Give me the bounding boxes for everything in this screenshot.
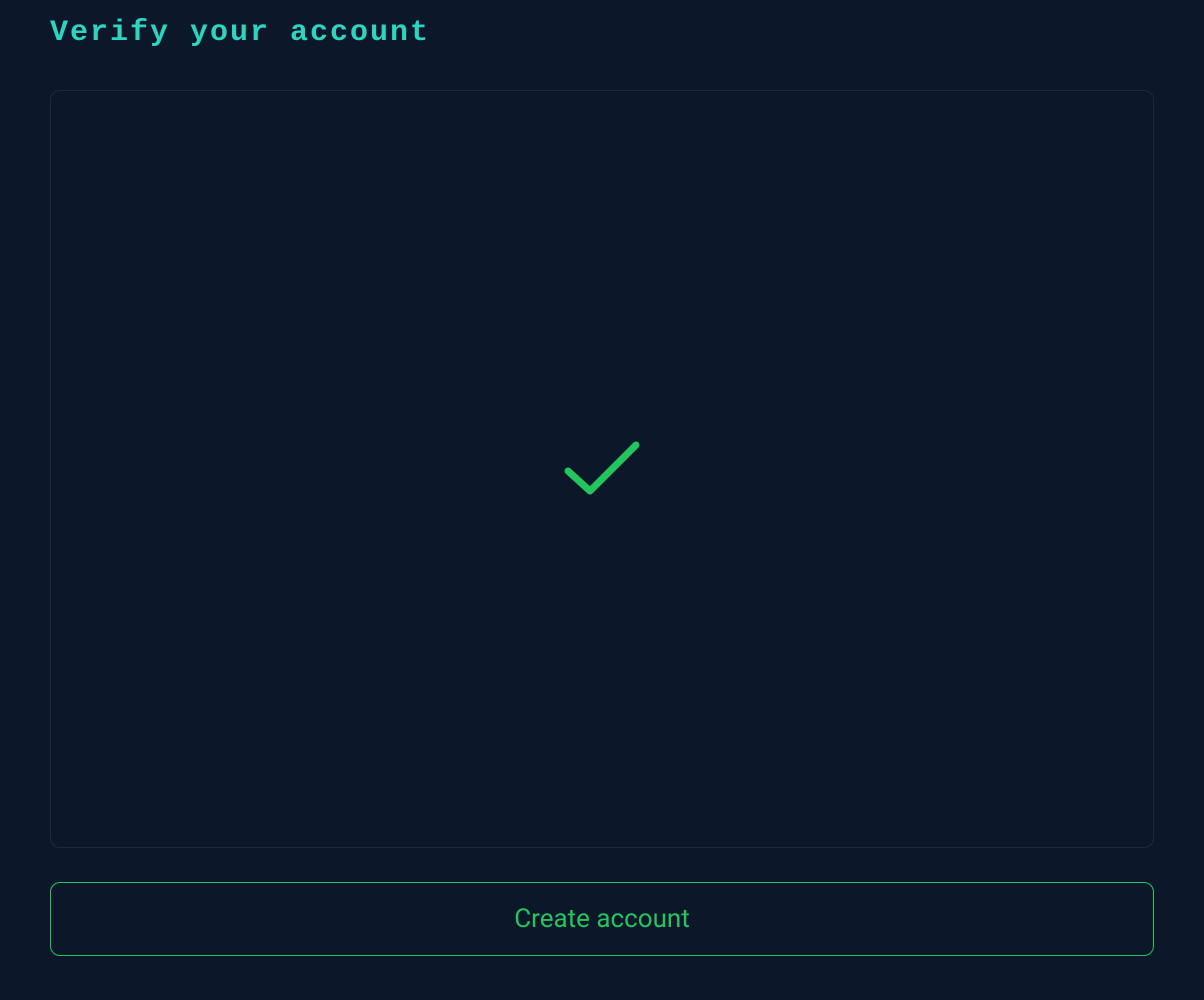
check-icon xyxy=(560,439,644,499)
verification-panel xyxy=(50,90,1154,848)
create-account-button[interactable]: Create account xyxy=(50,882,1154,956)
create-account-label: Create account xyxy=(514,904,690,934)
page-title: Verify your account xyxy=(50,0,1154,90)
